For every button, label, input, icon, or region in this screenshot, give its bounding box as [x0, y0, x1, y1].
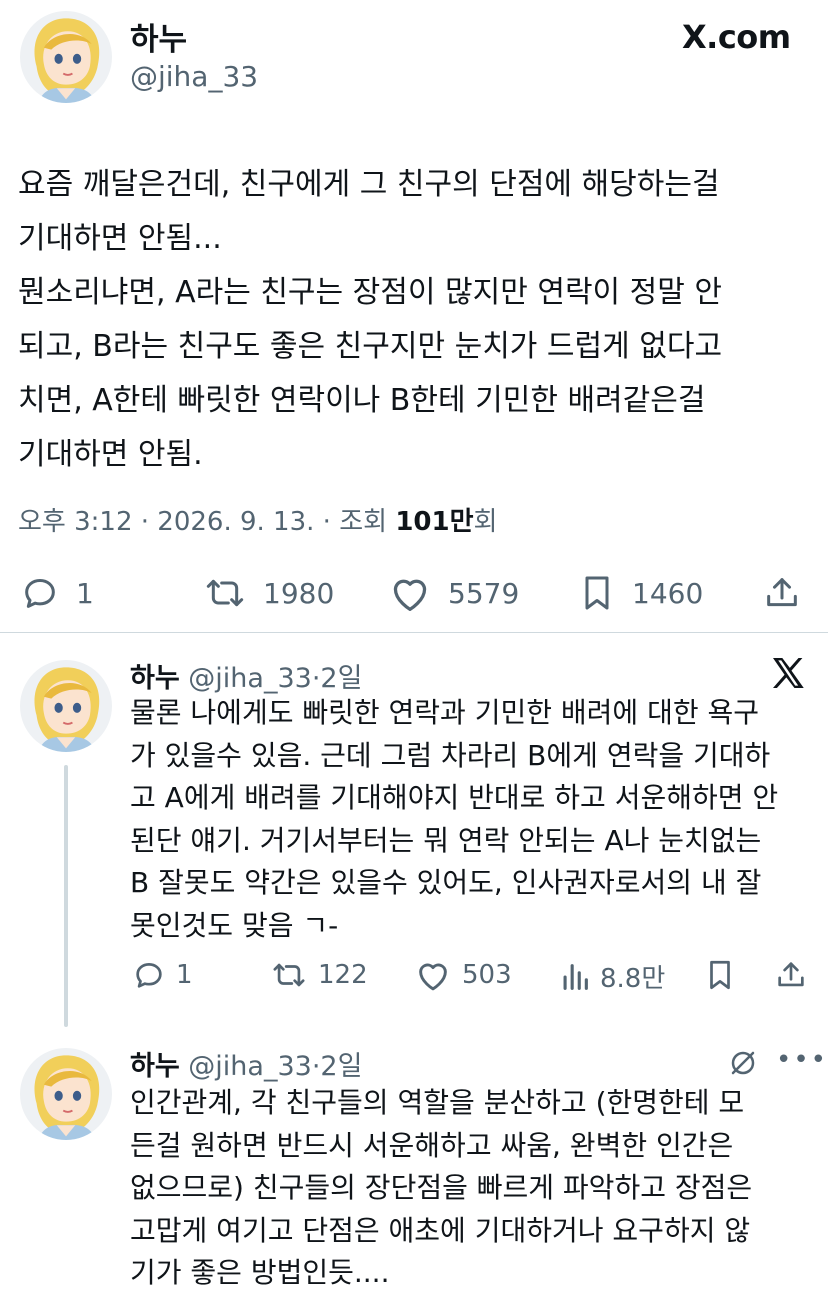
- views-icon: [563, 963, 588, 990]
- reply-1-text-line: 고 A에게 배려를 기대해야지 반대로 하고 서운해하면 안: [130, 781, 779, 814]
- like-count: 5579: [448, 576, 520, 610]
- reply-2-text-line: 든걸 원하면 반드시 서운해하고 싸움, 완벽한 인간은: [130, 1128, 734, 1162]
- main-post-author-name[interactable]: 하누: [130, 14, 187, 59]
- reply-count: 1: [76, 576, 94, 610]
- reply-2-text-line: 인간관계, 각 친구들의 역할을 분산하고 (한명한테 모: [130, 1086, 745, 1119]
- main-post-views-suffix: 회: [473, 507, 498, 537]
- reply-button[interactable]: 1: [20, 573, 94, 613]
- main-post-text-line: 치면, A한테 빠릿한 연락이나 B한테 기민한 배려같은걸: [18, 383, 706, 418]
- share-icon: [767, 578, 797, 607]
- post-divider: [0, 632, 828, 633]
- reply-icon: [25, 579, 55, 608]
- reply-1-author-name[interactable]: 하누: [130, 663, 180, 694]
- reply-2-time[interactable]: 2일: [320, 1051, 362, 1082]
- main-post-text-line: 요즘 깨달은건데, 친구에게 그 친구의 단점에 해당하는걸: [18, 167, 720, 202]
- reply-2-text-line: 고맙게 여기고 단점은 애초에 기대하거나 요구하지 않: [130, 1213, 751, 1247]
- main-post-text-line: 기대하면 안됨...: [18, 221, 222, 256]
- reply-icon: [136, 963, 162, 988]
- main-post-text-line: 되고, B라는 친구도 좋은 친구지만 눈치가 드럽게 없다고: [18, 329, 723, 364]
- reply-1-text-line: 가 있을수 있음. 근데 그럼 차라리 B에게 연락을 기대하: [130, 738, 771, 772]
- reply-2-author-handle[interactable]: @jiha_33: [188, 1051, 312, 1082]
- repost-count: 1980: [263, 576, 335, 610]
- reply-1-like-button[interactable]: 503: [414, 958, 512, 992]
- bookmark-icon: [585, 576, 609, 610]
- reply-1-text-line: 물론 나에게도 빠릿한 연락과 기민한 배려에 대한 욕구: [130, 696, 760, 729]
- reply-1-text-line: B 잘못도 약간은 있을수 있어도, 인사권자로서의 내 잘: [130, 866, 762, 899]
- reply-2-text-line: 기가 좋은 방법인듯....: [130, 1256, 390, 1289]
- repost-button[interactable]: 1980: [203, 573, 334, 613]
- reply-1-like-count: 503: [462, 960, 512, 990]
- share-icon: [778, 962, 804, 987]
- reply-2-author-name[interactable]: 하누: [130, 1051, 180, 1082]
- main-post-text-line: 뭔소리냐면, A라는 친구는 장점이 많지만 연락이 정말 안: [18, 275, 723, 310]
- reply-1-avatar[interactable]: [20, 660, 112, 752]
- reply-1-reply-count: 1: [176, 960, 193, 990]
- reply-1-text-line: 된단 얘기. 거기서부터는 뭐 연락 안되는 A나 눈치없는: [130, 823, 762, 857]
- reply-1-repost-count: 122: [318, 960, 368, 990]
- reply-2-text-line: 없으므로) 친구들의 장단점을 빠르게 파악하고 장점은: [130, 1171, 753, 1204]
- heart-icon: [419, 963, 447, 991]
- reply-1-author-handle[interactable]: @jiha_33: [188, 663, 312, 694]
- reply-1-time[interactable]: 2일: [320, 663, 362, 694]
- main-post-author-handle[interactable]: @jiha_33: [130, 60, 258, 93]
- reply-1-repost-button[interactable]: 122: [270, 958, 368, 992]
- reply-2-text: 인간관계, 각 친구들의 역할을 분산하고 (한명한테 모 든걸 원하면 반드시…: [130, 1082, 820, 1295]
- more-icon[interactable]: •••: [776, 1047, 828, 1073]
- share-button[interactable]: [762, 573, 802, 613]
- x-icon: [773, 658, 804, 688]
- bookmark-button[interactable]: 1460: [578, 573, 703, 613]
- repost-icon: [206, 579, 244, 607]
- reply-1-views[interactable]: 8.8만: [560, 958, 665, 995]
- reply-1-reply-button[interactable]: 1: [132, 958, 193, 992]
- reply-1-text: 물론 나에게도 빠릿한 연락과 기민한 배려에 대한 욕구 가 있을수 있음. …: [130, 692, 820, 947]
- reply-1-share-button[interactable]: [774, 958, 808, 992]
- x-logo: X.com: [682, 18, 791, 56]
- reply-2-header: 하누 @jiha_33·2일: [130, 1044, 362, 1083]
- reply-1-header: 하누 @jiha_33·2일: [130, 656, 362, 695]
- main-post-views: 101만: [395, 507, 474, 537]
- repost-icon: [273, 963, 305, 987]
- reply-2-avatar[interactable]: [20, 1048, 112, 1140]
- reply-1-bookmark-button[interactable]: [704, 958, 736, 992]
- main-post-text-line: 기대하면 안됨.: [18, 437, 203, 472]
- main-post-avatar[interactable]: [20, 11, 112, 103]
- main-post-text: 요즘 깨달은건데, 친구에게 그 친구의 단점에 해당하는걸 기대하면 안됨..…: [18, 158, 818, 482]
- thread-line: [64, 765, 68, 1027]
- reply-1-text-line: 못인것도 맞음 ㄱ-: [130, 908, 339, 942]
- bookmark-icon: [710, 960, 730, 990]
- bookmark-count: 1460: [632, 576, 704, 610]
- mute-icon[interactable]: [728, 1048, 758, 1078]
- heart-icon: [393, 579, 427, 611]
- like-button[interactable]: 5579: [388, 573, 519, 613]
- reply-1-view-count: 8.8만: [600, 964, 666, 994]
- main-post-timestamp[interactable]: 오후 3:12 · 2026. 9. 13. · 조회: [18, 507, 395, 537]
- main-post-meta: 오후 3:12 · 2026. 9. 13. · 조회 101만회: [18, 501, 497, 538]
